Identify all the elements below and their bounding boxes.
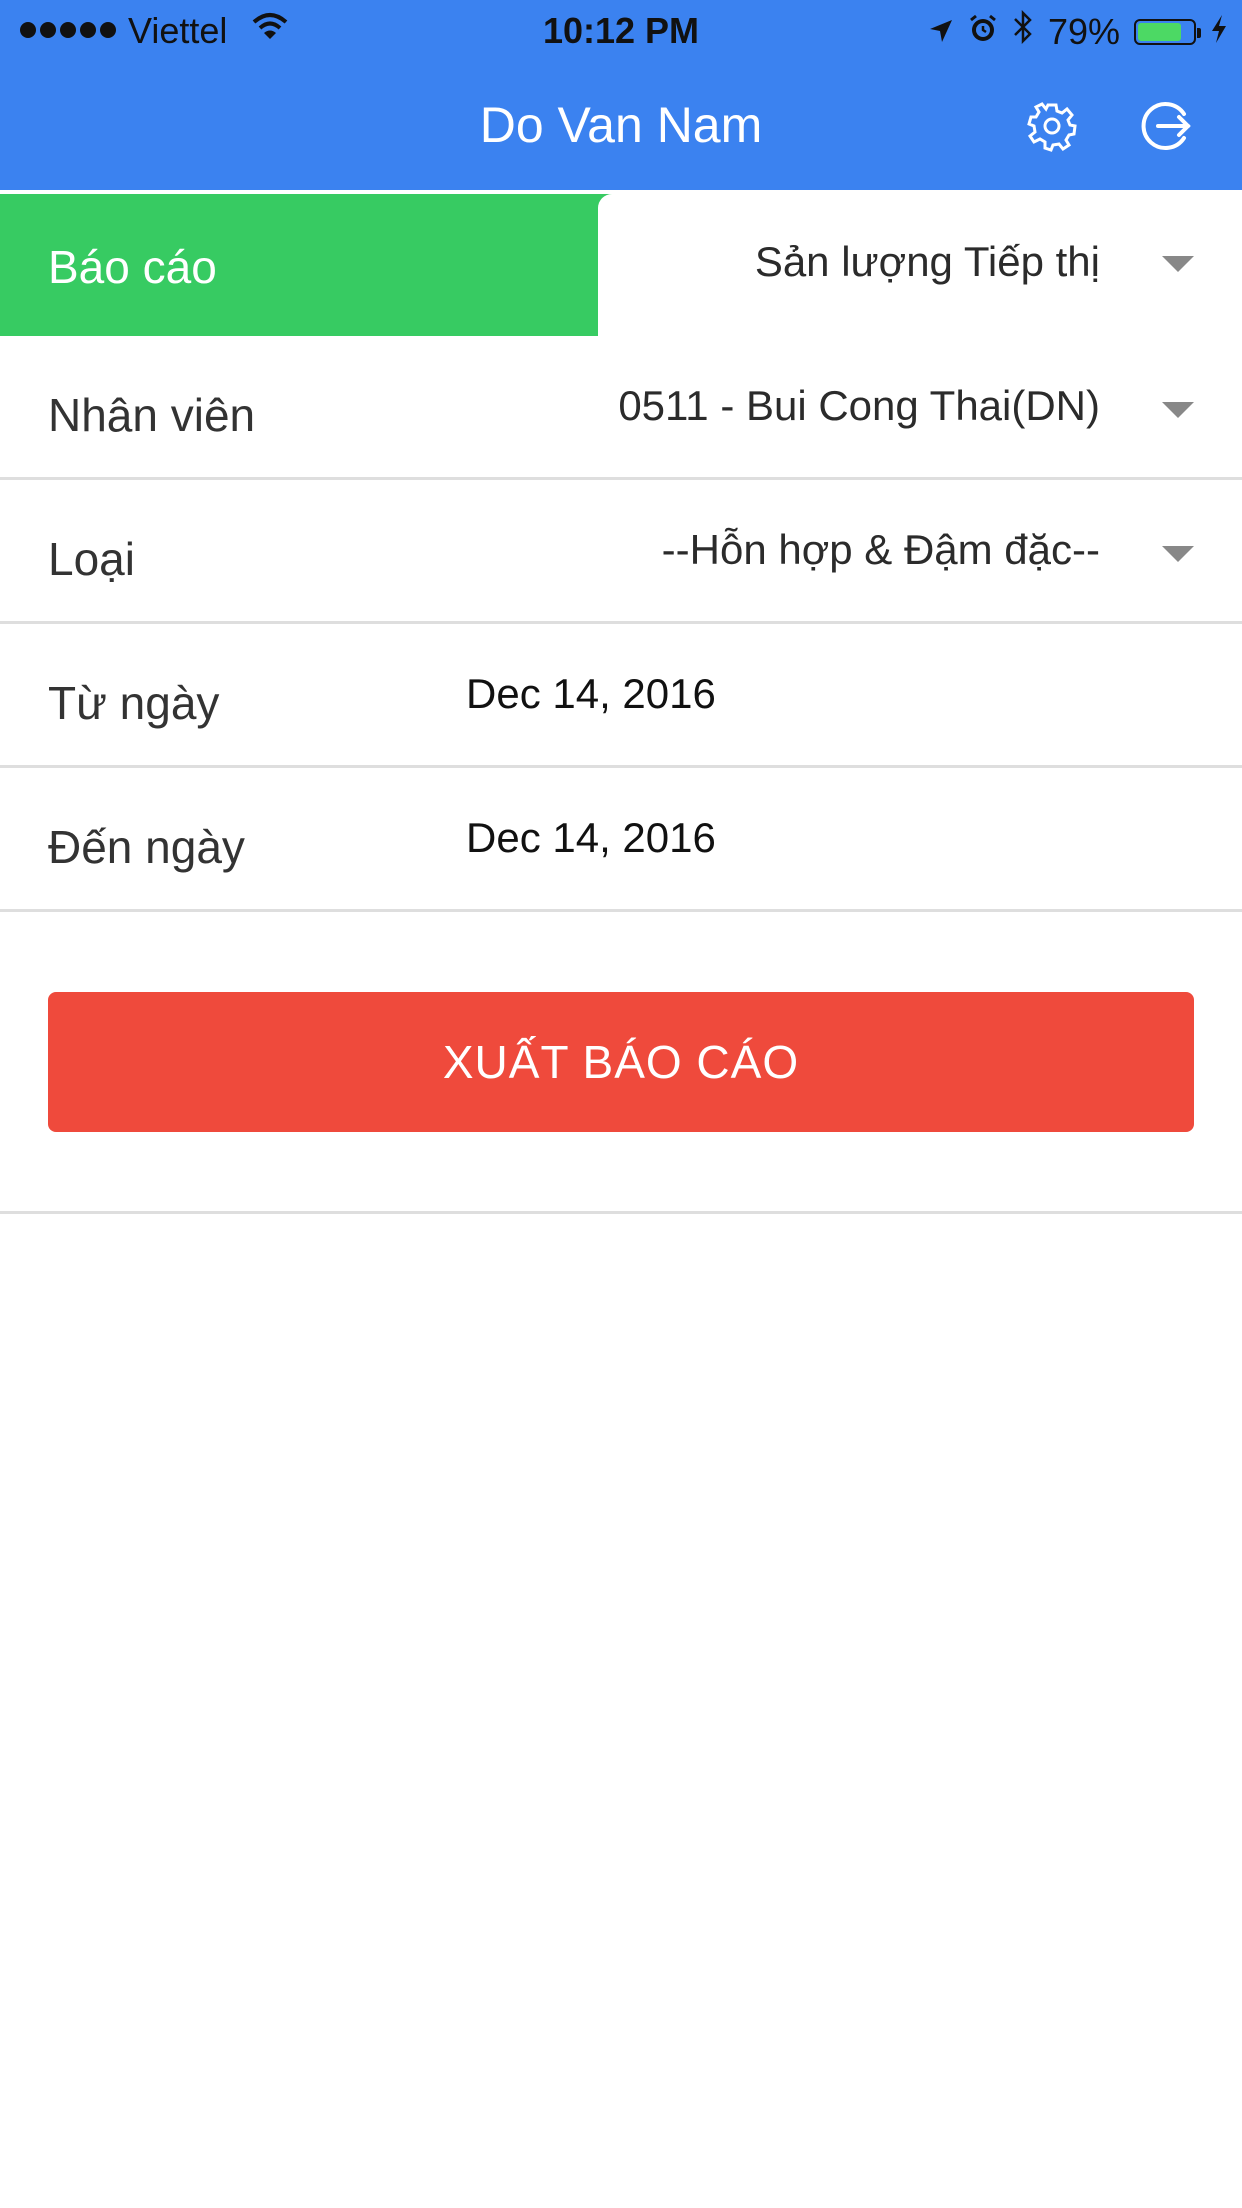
from-date-label: Từ ngày	[48, 677, 220, 729]
navigation-bar: Viettel 10:12 PM 79% Do Van Nam	[0, 0, 1242, 190]
export-section: XUẤT BÁO CÁO	[0, 916, 1242, 1214]
alarm-icon	[968, 11, 998, 53]
from-date-row[interactable]: Từ ngày Dec 14, 2016	[0, 626, 1242, 768]
chevron-down-icon	[1162, 546, 1194, 562]
employee-select-value: 0511 - Bui Cong Thai(DN)	[618, 382, 1100, 429]
status-right: 79%	[928, 9, 1228, 53]
logout-icon	[1138, 98, 1194, 159]
gear-icon	[1026, 100, 1078, 157]
settings-button[interactable]	[1020, 96, 1084, 160]
type-row[interactable]: Loại --Hỗn hợp & Đậm đặc--	[0, 482, 1242, 624]
to-date-value[interactable]: Dec 14, 2016	[466, 814, 716, 862]
chevron-down-icon	[1162, 402, 1194, 418]
export-report-button[interactable]: XUẤT BÁO CÁO	[48, 992, 1194, 1132]
employee-label: Nhân viên	[48, 389, 256, 441]
status-bar: Viettel 10:12 PM 79%	[0, 0, 1242, 62]
bluetooth-icon	[1012, 9, 1034, 53]
employee-row[interactable]: Nhân viên 0511 - Bui Cong Thai(DN)	[0, 338, 1242, 480]
from-date-value[interactable]: Dec 14, 2016	[466, 670, 716, 718]
type-label: Loại	[48, 533, 135, 585]
report-row: Báo cáo Sản lượng Tiếp thị	[0, 194, 1242, 336]
chevron-down-icon	[1162, 256, 1194, 272]
logout-button[interactable]	[1134, 96, 1198, 160]
to-date-row[interactable]: Đến ngày Dec 14, 2016	[0, 770, 1242, 912]
battery-percent: 79%	[1047, 10, 1120, 52]
report-type-value: Sản lượng Tiếp thị	[754, 238, 1100, 285]
battery-fill	[1138, 22, 1181, 41]
location-arrow-icon	[928, 11, 954, 53]
report-type-select[interactable]: Sản lượng Tiếp thị	[598, 194, 1242, 336]
charging-icon	[1210, 11, 1228, 53]
to-date-label: Đến ngày	[48, 821, 245, 873]
battery-icon	[1134, 18, 1201, 45]
type-select-value: --Hỗn hợp & Đậm đặc--	[661, 526, 1100, 573]
report-label: Báo cáo	[48, 241, 217, 293]
